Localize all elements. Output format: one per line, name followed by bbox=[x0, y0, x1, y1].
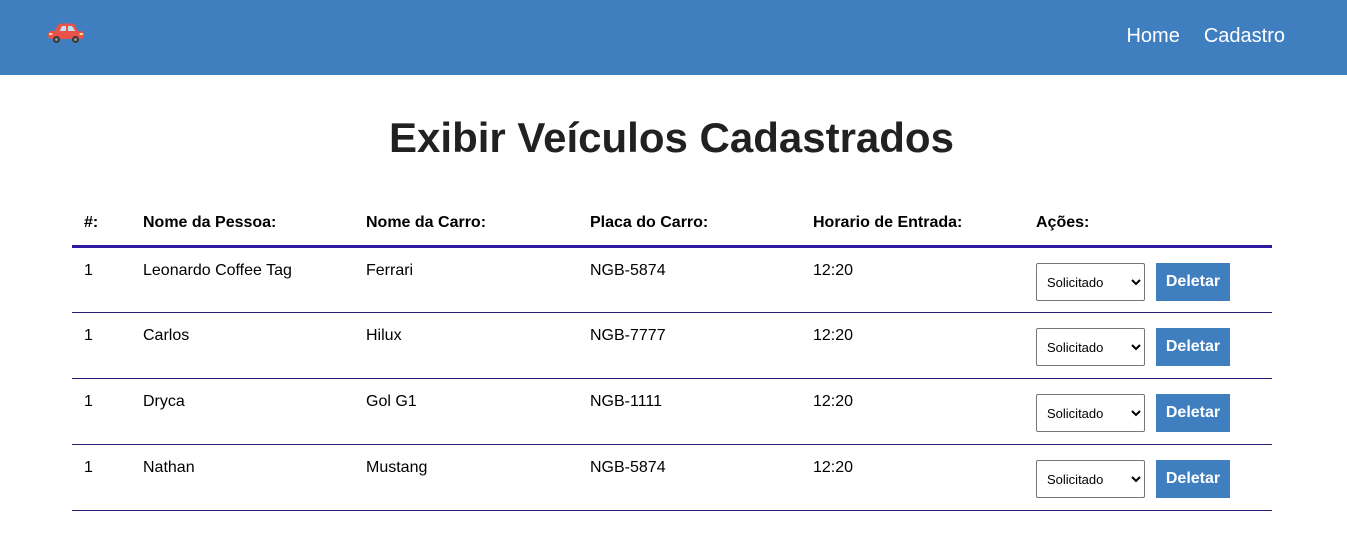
cell-id: 1 bbox=[72, 246, 131, 313]
header-car-plate: Placa do Carro: bbox=[578, 201, 801, 248]
delete-button[interactable]: Deletar bbox=[1156, 394, 1230, 432]
delete-button[interactable]: Deletar bbox=[1156, 328, 1230, 366]
cell-entry-time: 12:20 bbox=[801, 378, 1024, 445]
cell-actions: Solicitado Deletar bbox=[1024, 246, 1272, 313]
cell-person: Dryca bbox=[131, 378, 354, 445]
cell-plate: NGB-1111 bbox=[578, 378, 801, 445]
cell-person: Carlos bbox=[131, 312, 354, 379]
nav-home-link[interactable]: Home bbox=[1126, 25, 1179, 47]
cell-car: Ferrari bbox=[354, 246, 578, 313]
cell-actions: Solicitado Deletar bbox=[1024, 444, 1272, 511]
header-entry-time: Horario de Entrada: bbox=[801, 201, 1024, 248]
table-row: 1 Leonardo Coffee Tag Ferrari NGB-5874 1… bbox=[72, 246, 1272, 313]
header-number: #: bbox=[72, 201, 131, 248]
header-car-name: Nome da Carro: bbox=[354, 201, 578, 248]
cell-entry-time: 12:20 bbox=[801, 444, 1024, 511]
cell-id: 1 bbox=[72, 312, 131, 379]
cell-plate: NGB-5874 bbox=[578, 246, 801, 313]
page-title: Exibir Veículos Cadastrados bbox=[389, 114, 954, 161]
nav-links: Home Cadastro bbox=[1126, 25, 1285, 47]
cell-id: 1 bbox=[72, 444, 131, 511]
cell-car: Mustang bbox=[354, 444, 578, 511]
table-row: 1 Dryca Gol G1 NGB-1111 12:20 Solicitado… bbox=[72, 378, 1272, 445]
cell-person: Leonardo Coffee Tag bbox=[131, 246, 354, 313]
delete-button[interactable]: Deletar bbox=[1156, 263, 1230, 301]
header-person-name: Nome da Pessoa: bbox=[131, 201, 354, 248]
status-select[interactable]: Solicitado bbox=[1036, 394, 1145, 432]
cell-actions: Solicitado Deletar bbox=[1024, 312, 1272, 379]
cell-car: Hilux bbox=[354, 312, 578, 379]
cell-plate: NGB-5874 bbox=[578, 444, 801, 511]
nav-cadastro-link[interactable]: Cadastro bbox=[1204, 25, 1285, 47]
cell-car: Gol G1 bbox=[354, 378, 578, 445]
delete-button[interactable]: Deletar bbox=[1156, 460, 1230, 498]
cell-person: Nathan bbox=[131, 444, 354, 511]
status-select[interactable]: Solicitado bbox=[1036, 263, 1145, 301]
table-header-row: #: Nome da Pessoa: Nome da Carro: Placa … bbox=[72, 201, 1272, 248]
cell-entry-time: 12:20 bbox=[801, 312, 1024, 379]
cell-plate: NGB-7777 bbox=[578, 312, 801, 379]
table-row: 1 Nathan Mustang NGB-5874 12:20 Solicita… bbox=[72, 444, 1272, 511]
status-select[interactable]: Solicitado bbox=[1036, 328, 1145, 366]
red-car-icon[interactable] bbox=[46, 22, 86, 46]
cell-actions: Solicitado Deletar bbox=[1024, 378, 1272, 445]
cell-id: 1 bbox=[72, 378, 131, 445]
status-select[interactable]: Solicitado bbox=[1036, 460, 1145, 498]
cell-entry-time: 12:20 bbox=[801, 246, 1024, 313]
navbar: Home Cadastro bbox=[0, 0, 1347, 75]
table-row: 1 Carlos Hilux NGB-7777 12:20 Solicitado… bbox=[72, 312, 1272, 379]
vehicles-table: #: Nome da Pessoa: Nome da Carro: Placa … bbox=[72, 201, 1272, 511]
header-actions: Ações: bbox=[1024, 201, 1272, 248]
